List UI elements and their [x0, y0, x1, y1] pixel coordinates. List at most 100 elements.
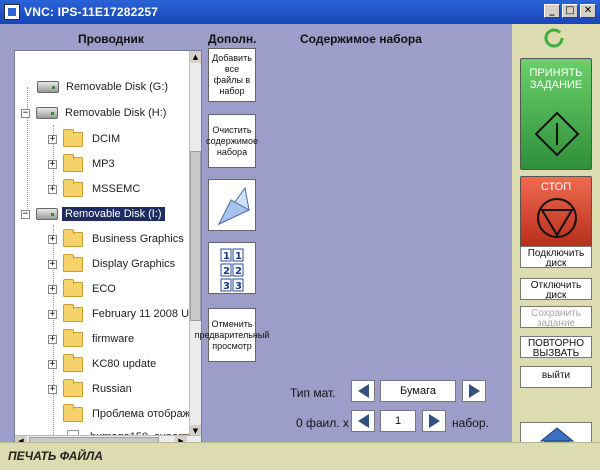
- status-bar: ПЕЧАТЬ ФАЙЛА: [0, 442, 600, 470]
- stop-label: СТОП: [540, 181, 572, 193]
- preview-button[interactable]: [208, 179, 256, 231]
- clear-set-button[interactable]: Очистить содержимое набора: [206, 114, 258, 168]
- expand-icon[interactable]: +: [48, 284, 57, 294]
- extra-heading: Дополн.: [208, 32, 257, 46]
- tree-viewport: Removable Disk (G:) − Removable Disk (H:…: [15, 51, 191, 447]
- tree-item-label: Business Graphics: [92, 233, 184, 245]
- right-panel: ПРИНЯТЬ ЗАДАНИЕ СТОП Подключить диск Отк…: [512, 24, 600, 458]
- copies-decrease-button[interactable]: [351, 410, 375, 432]
- folder-icon: [63, 303, 83, 322]
- page-layout-icon: 1 1 2 2 3 3: [220, 248, 244, 292]
- disk-icon: [37, 81, 59, 93]
- folder-icon: [63, 253, 83, 272]
- stop-triangle-icon: [537, 198, 577, 238]
- tree-vertical-scrollbar[interactable]: ▲ ▼: [189, 51, 201, 437]
- expand-icon[interactable]: +: [48, 334, 57, 344]
- main-area: Проводник Дополн. Содержимое набора Remo…: [0, 24, 512, 448]
- tree-item-kc80-update[interactable]: + KC80 update: [48, 353, 159, 374]
- expand-icon[interactable]: +: [48, 234, 57, 244]
- expand-icon[interactable]: +: [48, 159, 57, 169]
- tree-item-firmware[interactable]: + firmware: [48, 328, 137, 349]
- tree-item-label: Removable Disk (G:): [66, 81, 169, 93]
- scroll-up-icon[interactable]: ▲: [190, 51, 201, 63]
- connect-disk-button[interactable]: Подключить диск: [520, 246, 592, 268]
- scroll-thumb[interactable]: [190, 151, 201, 321]
- tree-item-label: Проблема отображени: [92, 408, 191, 420]
- page-layout-button[interactable]: 1 1 2 2 3 3: [208, 242, 256, 294]
- preview-icon: [217, 186, 251, 226]
- svg-text:3: 3: [223, 281, 230, 292]
- tree-item-disk-i[interactable]: − Removable Disk (I:): [21, 204, 165, 224]
- status-text: ПЕЧАТЬ ФАЙЛА: [8, 449, 103, 463]
- tree-item-disk-g[interactable]: Removable Disk (G:): [37, 77, 171, 97]
- stop-button[interactable]: СТОП: [520, 176, 592, 256]
- cancel-preview-button[interactable]: Отменить предварительный просмотр: [195, 308, 269, 362]
- minimize-button[interactable]: _: [544, 4, 560, 18]
- svg-text:2: 2: [223, 266, 230, 277]
- tree-item-label: Removable Disk (H:): [65, 107, 167, 119]
- folder-icon: [63, 353, 83, 372]
- expand-icon[interactable]: +: [48, 184, 57, 194]
- tree-item-disk-h[interactable]: − Removable Disk (H:): [21, 103, 169, 123]
- arrow-left-icon: [357, 414, 369, 428]
- diamond-icon: [534, 111, 580, 157]
- collapse-icon[interactable]: −: [21, 108, 30, 118]
- tree-item-display-graphics[interactable]: + Display Graphics: [48, 253, 178, 274]
- copies-increase-button[interactable]: [422, 410, 446, 432]
- accept-job-button[interactable]: ПРИНЯТЬ ЗАДАНИЕ: [520, 58, 592, 170]
- tree-item-label: February 11 2008 Upda: [92, 308, 191, 320]
- maximize-button[interactable]: □: [562, 4, 578, 18]
- media-type-label: Тип мат.: [290, 386, 336, 400]
- folder-icon: [63, 153, 83, 172]
- folder-icon: [63, 128, 83, 147]
- tree-item-mp3[interactable]: + MP3: [48, 153, 118, 174]
- save-job-button[interactable]: Сохранить задание: [520, 306, 592, 328]
- folder-icon: [63, 278, 83, 297]
- add-all-files-button[interactable]: Добавить все файлы в набор: [208, 48, 256, 102]
- contents-heading: Содержимое набора: [300, 32, 422, 46]
- disk-icon: [36, 107, 58, 119]
- exit-button[interactable]: выйти: [520, 366, 592, 388]
- media-type-next-button[interactable]: [462, 380, 486, 402]
- media-type-value: Бумага: [380, 380, 456, 402]
- accept-job-label: ПРИНЯТЬ ЗАДАНИЕ: [529, 67, 583, 91]
- expand-icon[interactable]: +: [48, 259, 57, 269]
- window-controls: _ □ ✕: [544, 4, 596, 18]
- collapse-icon[interactable]: −: [21, 209, 30, 219]
- folder-icon: [63, 403, 83, 422]
- expand-icon[interactable]: +: [48, 359, 57, 369]
- tree-item-eco[interactable]: + ECO: [48, 278, 119, 299]
- disconnect-disk-button[interactable]: Отключить диск: [520, 278, 592, 300]
- tree-item-label: Russian: [92, 383, 132, 395]
- tree-item-dcim[interactable]: + DCIM: [48, 128, 123, 149]
- expand-icon[interactable]: +: [48, 384, 57, 394]
- tree-item-mssemc[interactable]: + MSSEMC: [48, 178, 143, 199]
- tree-item-label: firmware: [92, 333, 135, 345]
- busy-spinner-icon: [544, 28, 564, 48]
- svg-text:1: 1: [223, 251, 230, 262]
- tree-item-business-graphics[interactable]: + Business Graphics: [48, 228, 187, 249]
- svg-text:1: 1: [235, 251, 242, 262]
- files-count-label: 0 фаил. x: [296, 416, 349, 430]
- tree-item-label: Removable Disk (I:): [62, 207, 165, 221]
- copies-value[interactable]: 1: [380, 410, 416, 432]
- tree-item-february-update[interactable]: + February 11 2008 Upda: [48, 303, 191, 324]
- vnc-app-icon: [4, 4, 20, 20]
- tree-item-label: KC80 update: [92, 358, 157, 370]
- expand-icon[interactable]: +: [48, 134, 57, 144]
- tree-item-label: MP3: [92, 158, 115, 170]
- media-type-prev-button[interactable]: [351, 380, 375, 402]
- explorer-tree[interactable]: Removable Disk (G:) − Removable Disk (H:…: [14, 50, 202, 448]
- tree-item-label: Display Graphics: [92, 258, 176, 270]
- expand-icon[interactable]: +: [48, 309, 57, 319]
- tree-item-problem-folder[interactable]: Проблема отображени: [63, 403, 191, 424]
- explorer-heading: Проводник: [78, 32, 144, 46]
- folder-icon: [63, 378, 83, 397]
- sets-label: набор.: [452, 416, 489, 430]
- tree-item-russian[interactable]: + Russian: [48, 378, 135, 399]
- recall-button[interactable]: ПОВТОРНО ВЫЗВАТЬ: [520, 336, 592, 358]
- disk-icon: [36, 208, 58, 220]
- close-button[interactable]: ✕: [580, 4, 596, 18]
- folder-icon: [63, 178, 83, 197]
- arrow-left-icon: [357, 384, 369, 398]
